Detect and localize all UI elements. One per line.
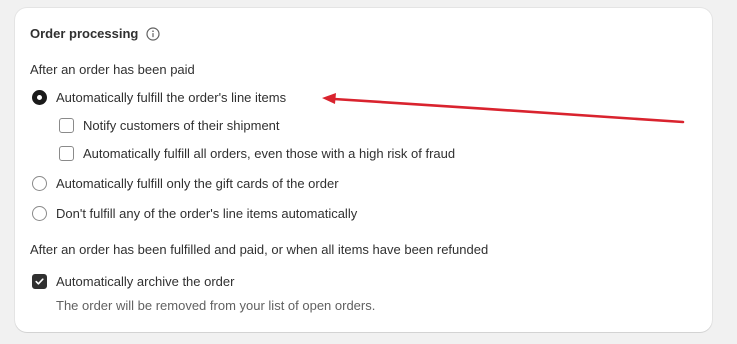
radio-button-selected[interactable]	[32, 90, 47, 105]
card-header: Order processing	[30, 26, 160, 41]
checkbox-option-archive-order[interactable]: Automatically archive the order	[32, 274, 234, 289]
info-icon[interactable]	[146, 26, 160, 41]
checkbox-option-fulfill-high-risk[interactable]: Automatically fulfill all orders, even t…	[59, 146, 455, 161]
archive-help-text: The order will be removed from your list…	[56, 298, 376, 313]
radio-button[interactable]	[32, 176, 47, 191]
checkbox-checked[interactable]	[32, 274, 47, 289]
checkbox-option-notify-customers[interactable]: Notify customers of their shipment	[59, 118, 280, 133]
radio-option-dont-fulfill[interactable]: Don't fulfill any of the order's line it…	[32, 206, 357, 221]
checkmark-icon	[35, 278, 44, 285]
order-processing-card: Order processing After an order has been…	[15, 8, 712, 332]
radio-label: Automatically fulfill only the gift card…	[56, 176, 339, 191]
radio-option-fulfill-line-items[interactable]: Automatically fulfill the order's line i…	[32, 90, 286, 105]
checkbox[interactable]	[59, 118, 74, 133]
radio-label: Don't fulfill any of the order's line it…	[56, 206, 358, 221]
radio-button[interactable]	[32, 206, 47, 221]
section-title: Order processing	[30, 26, 139, 41]
radio-label: Automatically fulfill the order's line i…	[56, 90, 287, 105]
radio-option-fulfill-gift-cards[interactable]: Automatically fulfill only the gift card…	[32, 176, 339, 191]
checkbox-label: Automatically fulfill all orders, even t…	[83, 146, 456, 161]
checkbox[interactable]	[59, 146, 74, 161]
checkbox-label: Notify customers of their shipment	[83, 118, 280, 133]
checkbox-label: Automatically archive the order	[56, 274, 235, 289]
after-fulfilled-label: After an order has been fulfilled and pa…	[30, 242, 489, 257]
after-paid-label: After an order has been paid	[30, 62, 195, 77]
